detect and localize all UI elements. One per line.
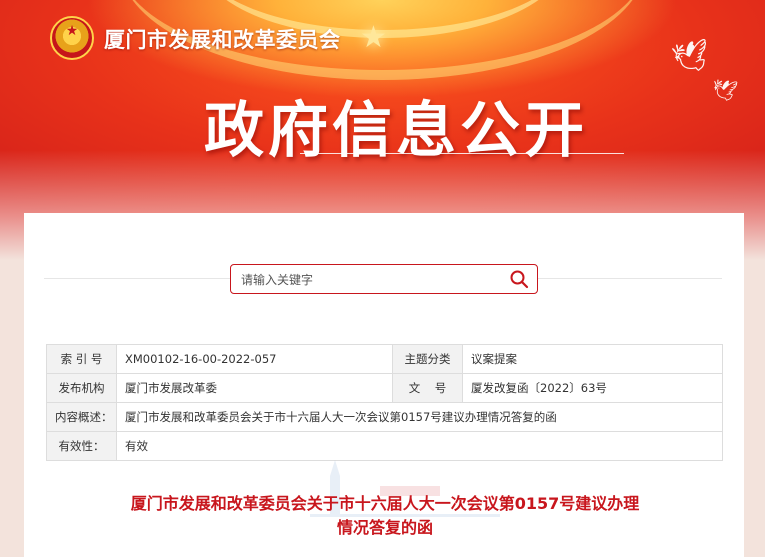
table-row: 索 引 号 XM00102-16-00-2022-057 主题分类 议案提案 [46, 344, 723, 374]
summary-label: 内容概述： [46, 402, 117, 432]
document-title: 厦门市发展和改革委员会关于市十六届人大一次会议第0157号建议办理 情况答复的函 [60, 492, 710, 540]
search-box[interactable] [230, 264, 538, 294]
document-number-label: 文 号 [392, 373, 463, 403]
index-number-label: 索 引 号 [46, 344, 117, 374]
summary-value: 厦门市发展和改革委员会关于市十六届人大一次会议第0157号建议办理情况答复的函 [116, 402, 723, 432]
table-row: 内容概述： 厦门市发展和改革委员会关于市十六届人大一次会议第0157号建议办理情… [46, 402, 723, 432]
dove-icon: 🕊 [669, 36, 713, 79]
validity-label: 有效性： [46, 431, 117, 461]
publisher-value: 厦门市发展改革委 [116, 373, 393, 403]
document-title-line: 情况答复的函 [336, 518, 433, 537]
topic-category-value: 议案提案 [462, 344, 723, 374]
topic-category-label: 主题分类 [392, 344, 463, 374]
index-number-value: XM00102-16-00-2022-057 [116, 344, 393, 374]
document-number-value: 厦发改复函〔2022〕63号 [462, 373, 723, 403]
table-row: 发布机构 厦门市发展改革委 文 号 厦发改复函〔2022〕63号 [46, 373, 723, 403]
document-metadata-table: 索 引 号 XM00102-16-00-2022-057 主题分类 议案提案 发… [46, 344, 723, 461]
national-emblem-icon[interactable]: ★ [50, 16, 94, 60]
search-input[interactable] [239, 269, 503, 291]
site-name[interactable]: 厦门市发展和改革委员会 [104, 24, 341, 54]
page-title: 政府信息公开 [204, 96, 588, 166]
publisher-label: 发布机构 [46, 373, 117, 403]
document-title-line: 厦门市发展和改革委员会关于市十六届人大一次会议第0157号建议办理 [130, 494, 640, 513]
dove-icon: 🕊 [710, 76, 739, 104]
title-underline [300, 153, 624, 154]
search-icon[interactable] [509, 269, 529, 289]
emblem-star-icon: ★ [65, 23, 79, 39]
star-icon: ★ [360, 20, 387, 55]
